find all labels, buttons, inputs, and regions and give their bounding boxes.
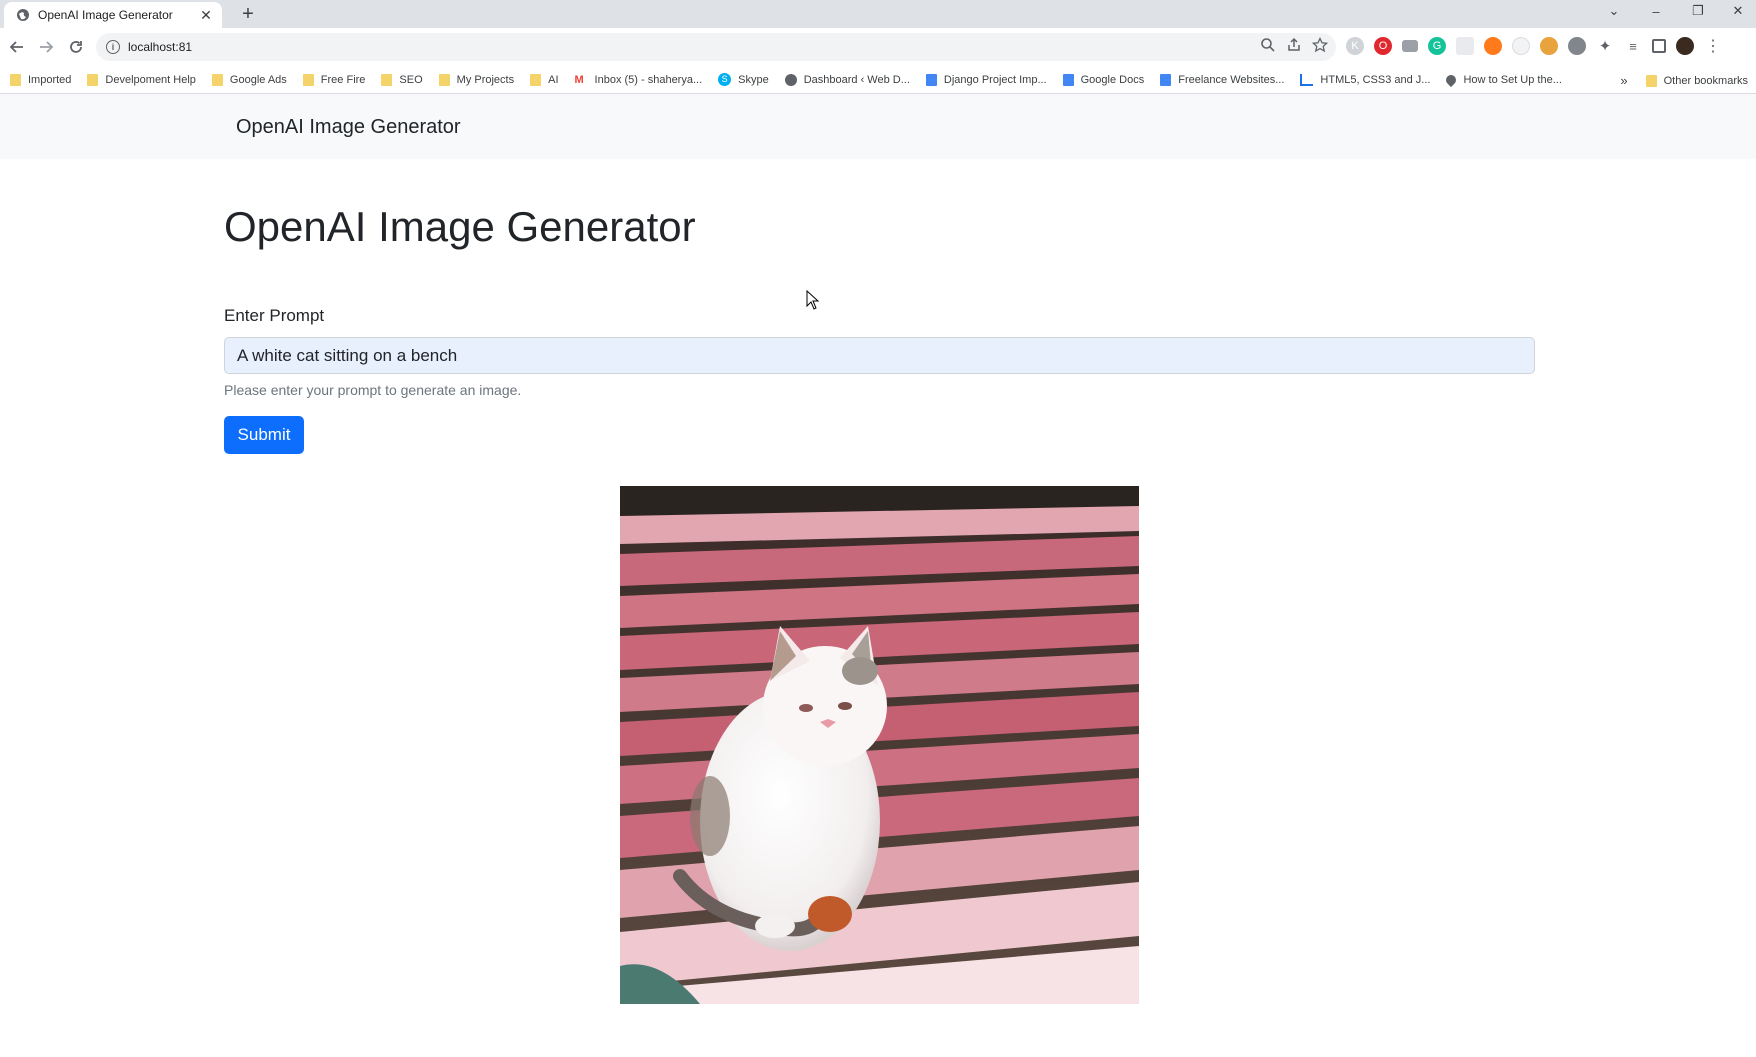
bookmark-label: Develpoment Help: [105, 73, 196, 86]
bookmark-item[interactable]: SEO: [381, 73, 423, 86]
bookmark-star-icon[interactable]: [1311, 36, 1329, 58]
bookmark-item[interactable]: Freelance Websites...: [1160, 73, 1285, 86]
bookmark-item[interactable]: AI: [530, 73, 559, 86]
forward-arrow-icon[interactable]: [34, 35, 58, 59]
extension-circle-icon[interactable]: [1512, 37, 1530, 55]
prompt-input[interactable]: [224, 337, 1535, 374]
navbar-brand[interactable]: OpenAI Image Generator: [236, 116, 461, 139]
close-tab-icon[interactable]: ✕: [198, 7, 214, 23]
google-docs-icon: [1062, 73, 1074, 86]
tab-strip: OpenAI Image Generator ✕ + ⌄ – ❐ ✕: [0, 0, 1756, 28]
bookmark-item[interactable]: My Projects: [438, 73, 515, 86]
globe-icon: [784, 73, 797, 86]
folder-icon: [530, 73, 542, 86]
folder-icon: [211, 73, 223, 86]
camera-icon[interactable]: [1402, 40, 1418, 52]
address-url: localhost:81: [128, 40, 193, 54]
google-docs-icon: [1160, 73, 1172, 86]
opera-icon[interactable]: O: [1374, 37, 1392, 55]
cookie-icon[interactable]: [1540, 37, 1558, 55]
bookmark-label: Django Project Imp...: [943, 73, 1047, 86]
bookmark-item[interactable]: Google Docs: [1062, 73, 1145, 86]
bookmark-item[interactable]: Free Fire: [302, 73, 366, 86]
bookmark-item[interactable]: Dashboard ‹ Web D...: [784, 73, 910, 86]
bookmark-item[interactable]: Google Ads: [211, 73, 287, 86]
extension-orange-icon[interactable]: [1484, 37, 1502, 55]
folder-icon: [381, 73, 393, 86]
reload-icon[interactable]: [64, 35, 88, 59]
restore-button[interactable]: ❐: [1678, 0, 1718, 22]
site-info-icon[interactable]: i: [106, 40, 120, 54]
address-bar[interactable]: i localhost:81: [96, 33, 1336, 61]
media-queue-icon[interactable]: ≡: [1624, 37, 1642, 55]
bookmark-item[interactable]: How to Set Up the...: [1444, 72, 1562, 87]
drop-icon: [1444, 72, 1459, 87]
app-navbar: OpenAI Image Generator: [0, 94, 1756, 159]
close-window-button[interactable]: ✕: [1718, 0, 1756, 22]
profile-avatar[interactable]: [1676, 37, 1694, 55]
bookmark-label: Google Docs: [1080, 73, 1145, 86]
generated-image: [620, 486, 1139, 1004]
skype-icon: S: [718, 73, 732, 86]
side-panel-icon[interactable]: [1652, 39, 1666, 53]
folder-icon: [1645, 74, 1657, 87]
minimize-button[interactable]: –: [1636, 0, 1676, 22]
bookmark-item[interactable]: Imported: [10, 73, 72, 86]
kebab-menu-icon[interactable]: ⋮: [1704, 37, 1722, 55]
google-docs-icon: [925, 73, 937, 86]
extensions-row: K O G ✦ ≡ ⋮: [1346, 37, 1722, 55]
bookmark-label: My Projects: [456, 73, 515, 86]
bookmark-label: Freelance Websites...: [1178, 73, 1285, 86]
page-title: OpenAI Image Generator: [224, 203, 696, 250]
new-tab-button[interactable]: +: [236, 3, 260, 25]
bookmark-label: SEO: [399, 73, 423, 86]
bookmark-item[interactable]: Django Project Imp...: [925, 73, 1047, 86]
bookmark-label: Free Fire: [320, 73, 366, 86]
tab-title: OpenAI Image Generator: [38, 8, 173, 22]
extension-k-icon[interactable]: K: [1346, 37, 1364, 55]
prompt-label: Enter Prompt: [224, 306, 325, 325]
share-icon[interactable]: [1286, 37, 1302, 58]
globe-icon: [16, 8, 30, 22]
extension-blank-icon[interactable]: [1456, 37, 1474, 55]
bookmark-item[interactable]: HTML5, CSS3 and J...: [1300, 73, 1431, 86]
bug-icon[interactable]: [1568, 37, 1586, 55]
mouse-cursor-icon: [806, 289, 820, 315]
bookmark-item[interactable]: S Skype: [718, 73, 769, 86]
prompt-helper-text: Please enter your prompt to generate an …: [224, 382, 522, 398]
zoom-icon[interactable]: [1260, 37, 1276, 58]
folder-icon: [87, 73, 99, 86]
tab-search-icon[interactable]: ⌄: [1594, 0, 1634, 22]
bookmark-item[interactable]: Develpoment Help: [87, 73, 196, 86]
grammarly-icon[interactable]: G: [1428, 37, 1446, 55]
bookmark-item[interactable]: M Inbox (5) - shaherya...: [575, 74, 703, 86]
submit-button[interactable]: Submit: [224, 416, 304, 454]
other-bookmarks-button[interactable]: Other bookmarks: [1664, 75, 1748, 87]
bookmark-label: How to Set Up the...: [1463, 73, 1562, 86]
bookmark-label: Inbox (5) - shaherya...: [594, 73, 703, 86]
bookmark-label: Google Ads: [229, 73, 287, 86]
bookmarks-bar: Imported Develpoment Help Google Ads Fre…: [0, 66, 1756, 94]
bookmark-label: Imported: [28, 73, 72, 86]
browser-tab[interactable]: OpenAI Image Generator ✕: [4, 2, 222, 28]
more-bookmarks-button[interactable]: »: [1620, 73, 1627, 88]
bookmark-label: Dashboard ‹ Web D...: [803, 73, 910, 86]
puzzle-icon[interactable]: ✦: [1596, 37, 1614, 55]
back-arrow-icon[interactable]: [5, 35, 29, 59]
folder-icon: [10, 73, 21, 86]
gmail-icon: M: [574, 73, 584, 86]
folder-icon: [302, 73, 314, 86]
bar-chart-icon: [1300, 73, 1314, 86]
folder-icon: [438, 73, 450, 86]
bookmark-label: AI: [548, 73, 559, 86]
bookmark-label: Skype: [738, 73, 769, 86]
browser-toolbar: i localhost:81 K O G ✦ ≡ ⋮: [0, 28, 1756, 66]
bookmark-label: HTML5, CSS3 and J...: [1320, 73, 1431, 86]
